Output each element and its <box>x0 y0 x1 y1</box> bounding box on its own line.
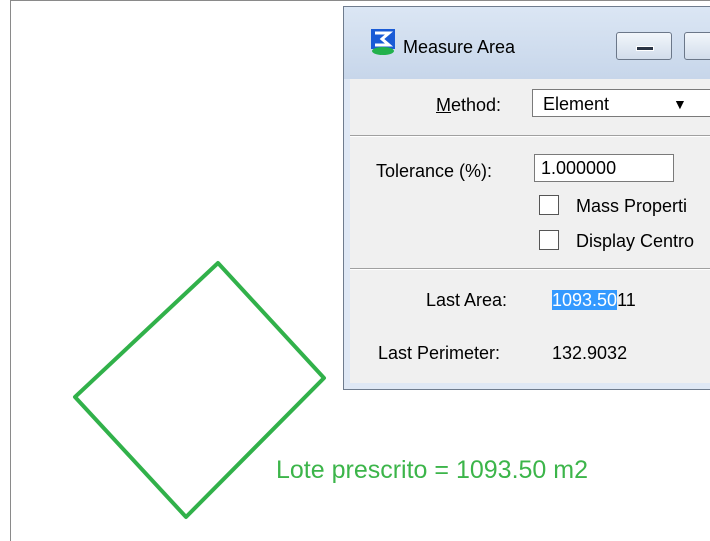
separator <box>350 268 710 270</box>
display-centroid-checkbox[interactable] <box>539 230 559 250</box>
last-area-label: Last Area: <box>426 290 508 310</box>
minimize-button[interactable] <box>616 32 672 60</box>
last-area-value[interactable]: 1093.5011 <box>552 290 636 311</box>
maximize-button[interactable] <box>684 32 710 60</box>
method-value: Element <box>543 94 610 114</box>
display-centroid-label: Display Centro <box>576 231 695 251</box>
dialog-title: Measure Area <box>403 37 516 57</box>
last-area-selected-text: 1093.50 <box>552 290 618 310</box>
last-perimeter-value[interactable]: 132.9032 <box>552 343 627 364</box>
dialog-titlebar[interactable]: Measure Area <box>344 7 710 79</box>
mass-properties-label: Mass Properti <box>576 196 688 216</box>
mass-properties-checkbox[interactable] <box>539 195 559 215</box>
method-select[interactable]: Element ▼ <box>532 89 710 117</box>
chevron-down-icon[interactable]: ▼ <box>673 96 687 112</box>
tolerance-label: Tolerance (%): <box>376 161 493 181</box>
last-perimeter-label: Last Perimeter: <box>378 343 501 363</box>
separator <box>350 135 710 137</box>
method-label-rest: ethod: <box>451 95 502 115</box>
method-label: Method: <box>436 95 502 115</box>
measure-area-icon <box>371 29 395 55</box>
minimize-icon <box>636 46 654 51</box>
measure-area-dialog: Measure Area Method: Element ▼ Tolerance… <box>343 6 710 390</box>
lot-label: Lote prescrito = 1093.50 m2 <box>276 456 588 484</box>
tolerance-input[interactable] <box>534 154 674 182</box>
last-area-rest-text: 11 <box>617 290 636 310</box>
